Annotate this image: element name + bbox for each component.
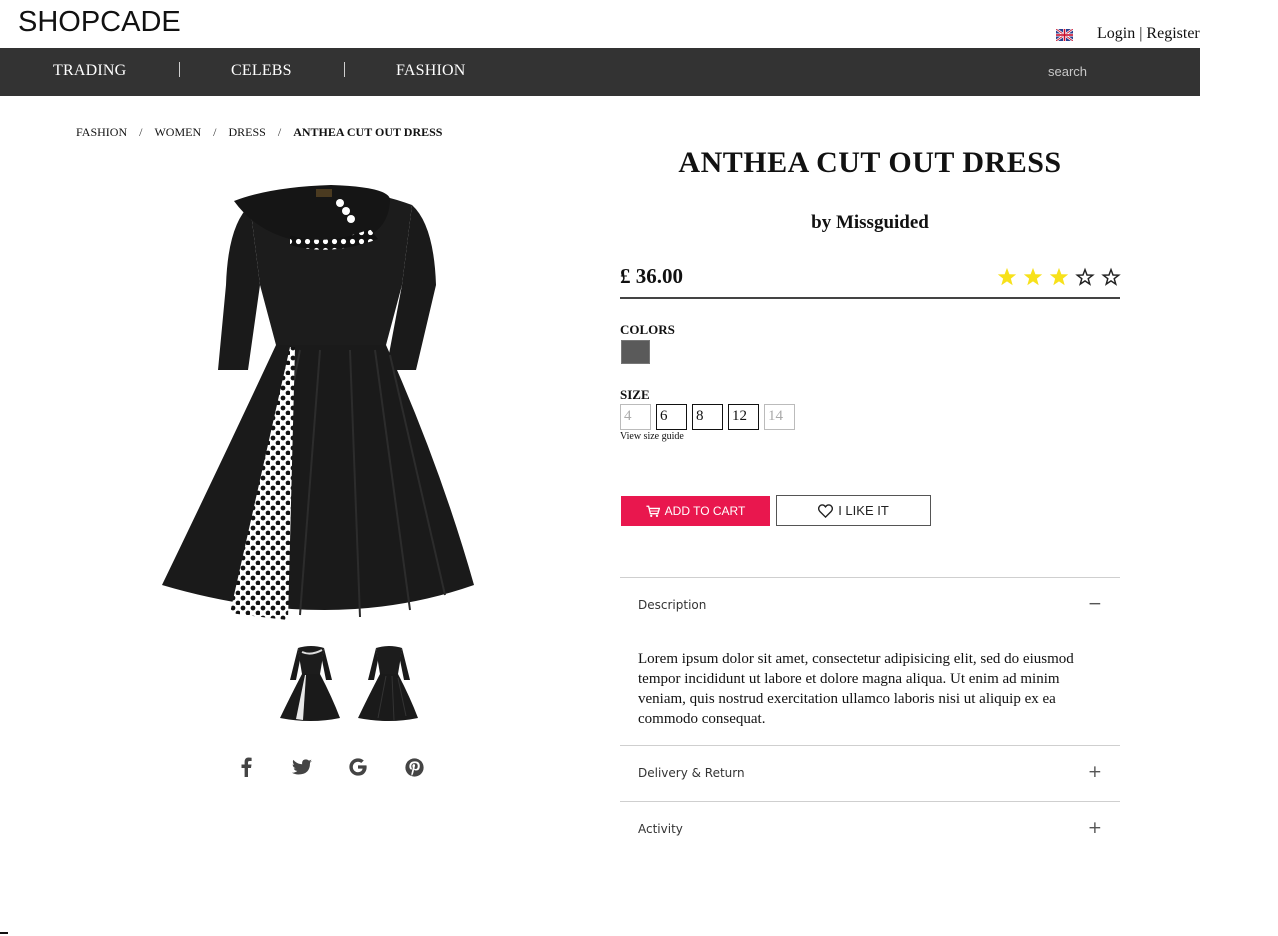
star-filled-icon[interactable] (996, 266, 1018, 288)
description-accordion-header[interactable]: Description − (620, 578, 1120, 634)
star-filled-icon[interactable] (1022, 266, 1044, 288)
cart-icon (646, 505, 660, 518)
google-icon[interactable] (344, 756, 372, 778)
like-button[interactable]: I LIKE IT (776, 495, 931, 526)
star-empty-icon[interactable] (1074, 266, 1096, 288)
product-main-image[interactable] (150, 165, 512, 625)
nav-item-celebs[interactable]: CELEBS (231, 62, 292, 80)
breadcrumb-current: ANTHEA CUT OUT DRESS (293, 125, 443, 139)
product-thumbnail[interactable] (354, 642, 424, 724)
nav-item-trading[interactable]: TRADING (53, 62, 126, 80)
size-guide-link[interactable]: View size guide (620, 431, 684, 442)
main-navbar: TRADING CELEBS FASHION (0, 48, 1200, 96)
collapse-icon[interactable]: − (1088, 594, 1102, 614)
activity-title: Activity (638, 822, 683, 836)
site-logo[interactable]: SHOPCADE (18, 6, 181, 39)
facebook-icon[interactable] (232, 756, 260, 778)
color-swatch[interactable] (621, 340, 650, 364)
link-separator: | (1139, 25, 1143, 42)
activity-accordion-header[interactable]: Activity + (620, 802, 1120, 858)
account-links: Login | Register (1055, 24, 1200, 44)
expand-icon[interactable]: + (1088, 818, 1102, 838)
description-text: Lorem ipsum dolor sit amet, consectetur … (638, 651, 1074, 727)
login-link[interactable]: Login (1097, 25, 1135, 43)
star-empty-icon[interactable] (1100, 266, 1122, 288)
nav-divider (344, 62, 345, 77)
breadcrumb: FASHION / WOMEN / DRESS / ANTHEA CUT OUT… (76, 125, 442, 140)
like-label: I LIKE IT (838, 503, 889, 518)
breadcrumb-separator: / (213, 125, 217, 139)
price-divider (620, 297, 1120, 299)
size-option-6[interactable]: 6 (656, 404, 687, 430)
expand-icon[interactable]: + (1088, 762, 1102, 782)
star-filled-icon[interactable] (1048, 266, 1070, 288)
breadcrumb-separator: / (139, 125, 143, 139)
twitter-icon[interactable] (288, 756, 316, 778)
size-option-12[interactable]: 12 (728, 404, 759, 430)
description-title: Description (638, 598, 707, 612)
product-brand[interactable]: by Missguided (620, 212, 1120, 234)
breadcrumb-item-dress[interactable]: DRESS (228, 125, 265, 140)
colors-label: COLORS (620, 322, 675, 337)
delivery-title: Delivery & Return (638, 766, 745, 780)
nav-divider (179, 62, 180, 77)
size-option-8[interactable]: 8 (692, 404, 723, 430)
size-label: SIZE (620, 387, 650, 402)
nav-item-fashion[interactable]: FASHION (396, 62, 466, 80)
size-option-4[interactable]: 4 (620, 404, 651, 430)
product-thumbnail[interactable] (276, 642, 346, 724)
breadcrumb-item-fashion[interactable]: FASHION (76, 125, 127, 140)
rating-stars[interactable] (996, 266, 1126, 288)
breadcrumb-separator: / (277, 125, 282, 139)
product-title: ANTHEA CUT OUT DRESS (678, 146, 1062, 179)
corner-mark (0, 932, 8, 934)
search-input[interactable] (1040, 59, 1190, 83)
pinterest-icon[interactable] (400, 756, 428, 778)
add-to-cart-label: ADD TO CART (664, 504, 746, 518)
size-option-14[interactable]: 14 (764, 404, 795, 430)
add-to-cart-button[interactable]: ADD TO CART (621, 496, 770, 526)
social-share-bar (232, 756, 456, 778)
breadcrumb-item-women[interactable]: WOMEN (154, 125, 201, 140)
delivery-accordion-header[interactable]: Delivery & Return + (620, 746, 1120, 802)
product-price: £ 36.00 (620, 264, 683, 288)
register-link[interactable]: Register (1146, 25, 1199, 43)
uk-flag-icon[interactable] (1055, 28, 1074, 42)
heart-icon (818, 503, 834, 518)
